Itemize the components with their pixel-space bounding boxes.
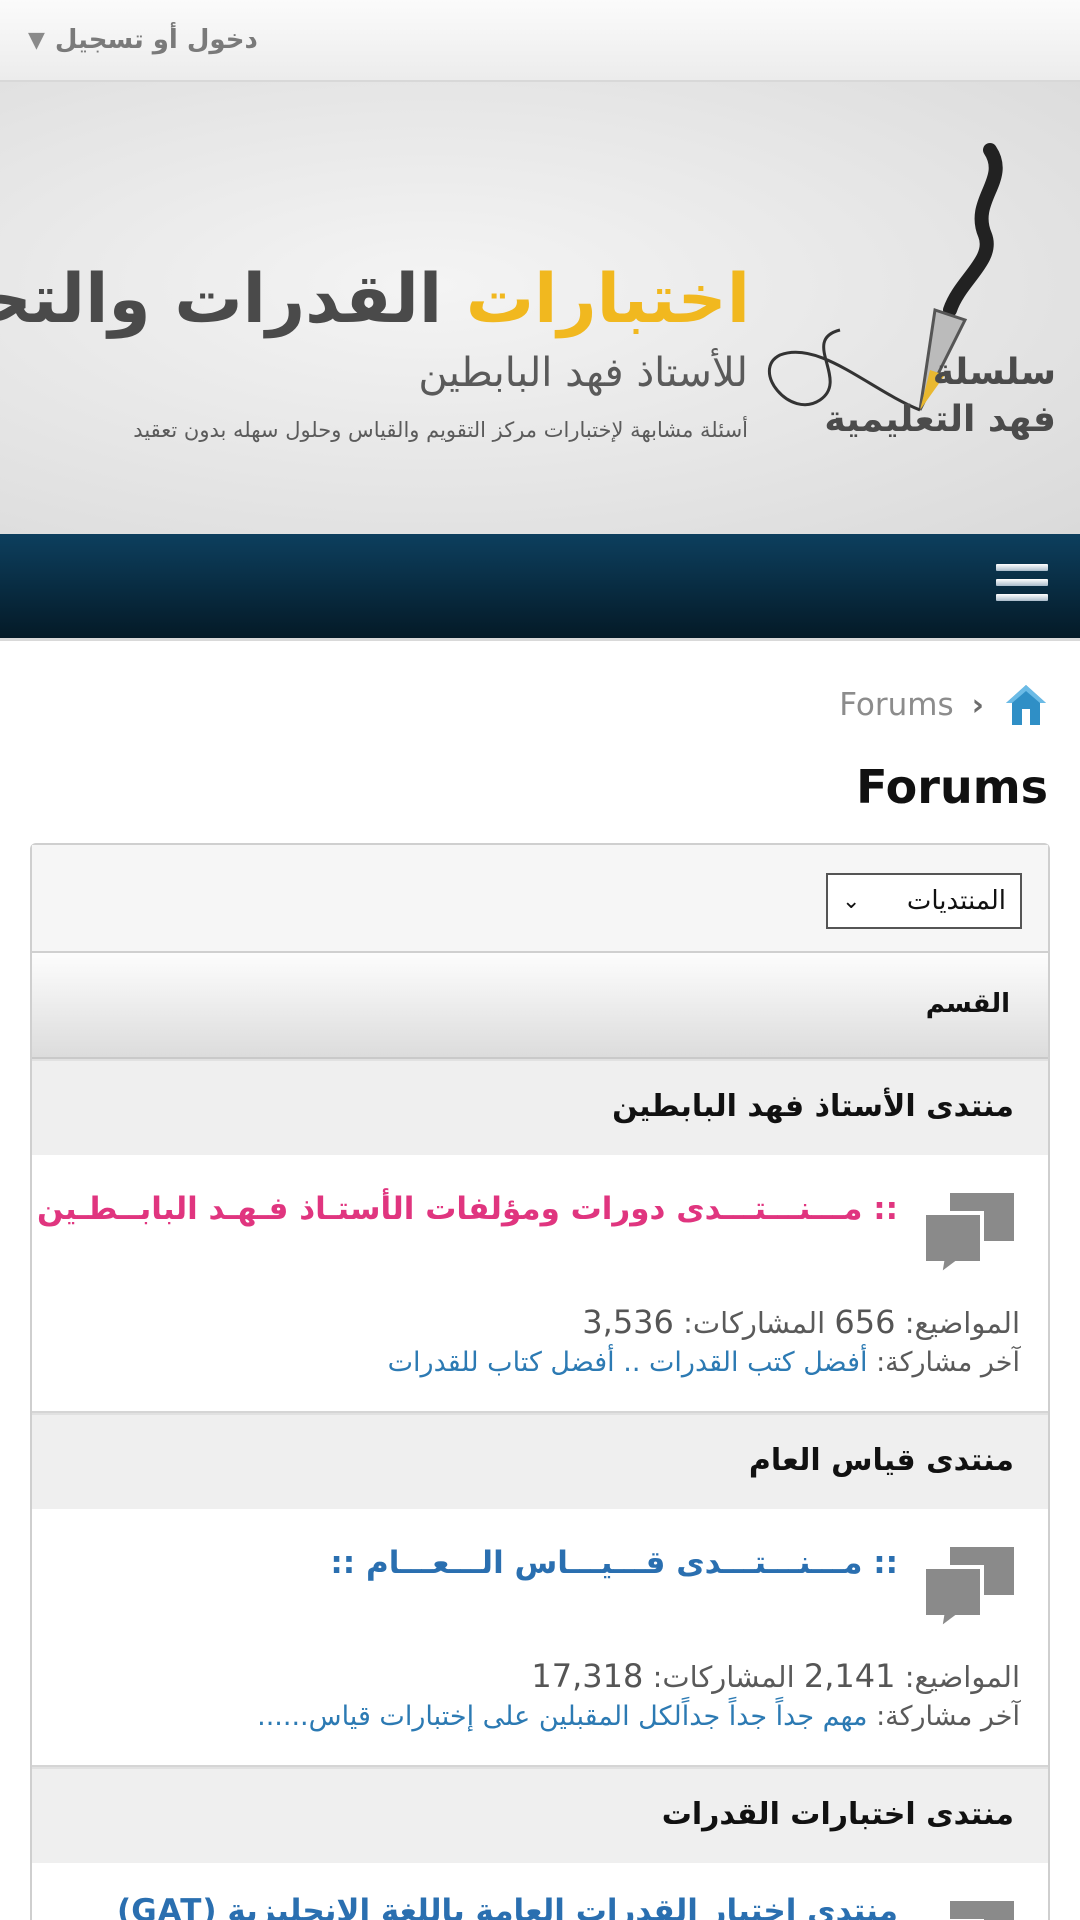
site-banner[interactable]: اختبارات القدرات والتحصيل للأستاذ فهد ال… xyxy=(0,82,1080,534)
column-header: القسم xyxy=(32,953,1048,1059)
filter-bar: المنتديات ⌄ xyxy=(32,845,1048,953)
forum-stats: المواضيع: 2,141 المشاركات: 17,318 xyxy=(531,1657,1020,1695)
login-label: دخول أو تسجيل xyxy=(54,25,258,55)
forum-row: :: مـــنـــتـــدى قـــيـــاس الـــعـــام… xyxy=(32,1509,1048,1767)
forum-chat-icon[interactable] xyxy=(918,1185,1022,1275)
category-header[interactable]: منتدى اختبارات القدرات xyxy=(32,1767,1048,1863)
breadcrumb-forums-link[interactable]: Forums xyxy=(839,687,953,723)
banner-subtitle: للأستاذ فهد البابطين xyxy=(418,350,748,396)
top-bar: دخول أو تسجيل ▼ xyxy=(0,0,1080,82)
last-post-link[interactable]: أفضل كتب القدرات .. أفضل كتاب للقدرات xyxy=(388,1347,868,1378)
chevron-left-icon: ‹ xyxy=(971,687,984,723)
forum-jump-select[interactable]: المنتديات ⌄ xyxy=(826,873,1022,929)
forum-chat-icon[interactable] xyxy=(918,1539,1022,1629)
forum-row: :: مـــنـــتـــدى دورات ومؤلفات الأستـاذ… xyxy=(32,1155,1048,1413)
login-register-link[interactable]: دخول أو تسجيل ▼ xyxy=(28,20,258,60)
forum-chat-icon[interactable] xyxy=(918,1893,1022,1920)
category-header[interactable]: منتدى الأستاذ فهد البابطين xyxy=(32,1059,1048,1155)
chevron-down-icon: ⌄ xyxy=(842,888,861,914)
forum-list: المنتديات ⌄ القسم منتدى الأستاذ فهد البا… xyxy=(30,843,1050,1920)
category-header[interactable]: منتدى قياس العام xyxy=(32,1413,1048,1509)
forum-stats: المواضيع: 656 المشاركات: 3,536 xyxy=(582,1303,1020,1341)
forum-row: منتدى اختبار القدرات العامة باللغة الانج… xyxy=(32,1863,1048,1920)
hamburger-icon[interactable] xyxy=(996,564,1048,612)
last-post-link[interactable]: مهم جداً جداً جداًلكل المقبلين على إختبا… xyxy=(257,1701,867,1732)
forum-last-post: آخر مشاركة: أفضل كتب القدرات .. أفضل كتا… xyxy=(387,1347,1020,1378)
page-title: Forums xyxy=(856,760,1048,814)
triangle-down-icon: ▼ xyxy=(28,27,45,53)
forum-title-link[interactable]: :: مـــنـــتـــدى قـــيـــاس الـــعـــام… xyxy=(330,1545,898,1581)
banner-series-logo: سلسلة فهد التعليمية xyxy=(824,352,1056,440)
banner-title: اختبارات القدرات والتحصيل xyxy=(0,260,750,339)
home-icon[interactable] xyxy=(1002,681,1050,729)
banner-description: أسئلة مشابهة لإختبارات مركز التقويم والق… xyxy=(133,418,748,442)
nav-bar xyxy=(0,534,1080,641)
forum-title-link[interactable]: منتدى اختبار القدرات العامة باللغة الانج… xyxy=(117,1893,898,1920)
breadcrumb: ‹ Forums xyxy=(839,680,1050,730)
forum-title-link[interactable]: :: مـــنـــتـــدى دورات ومؤلفات الأستـاذ… xyxy=(37,1191,898,1227)
forum-last-post: آخر مشاركة: مهم جداً جداً جداًلكل المقبل… xyxy=(257,1701,1020,1732)
